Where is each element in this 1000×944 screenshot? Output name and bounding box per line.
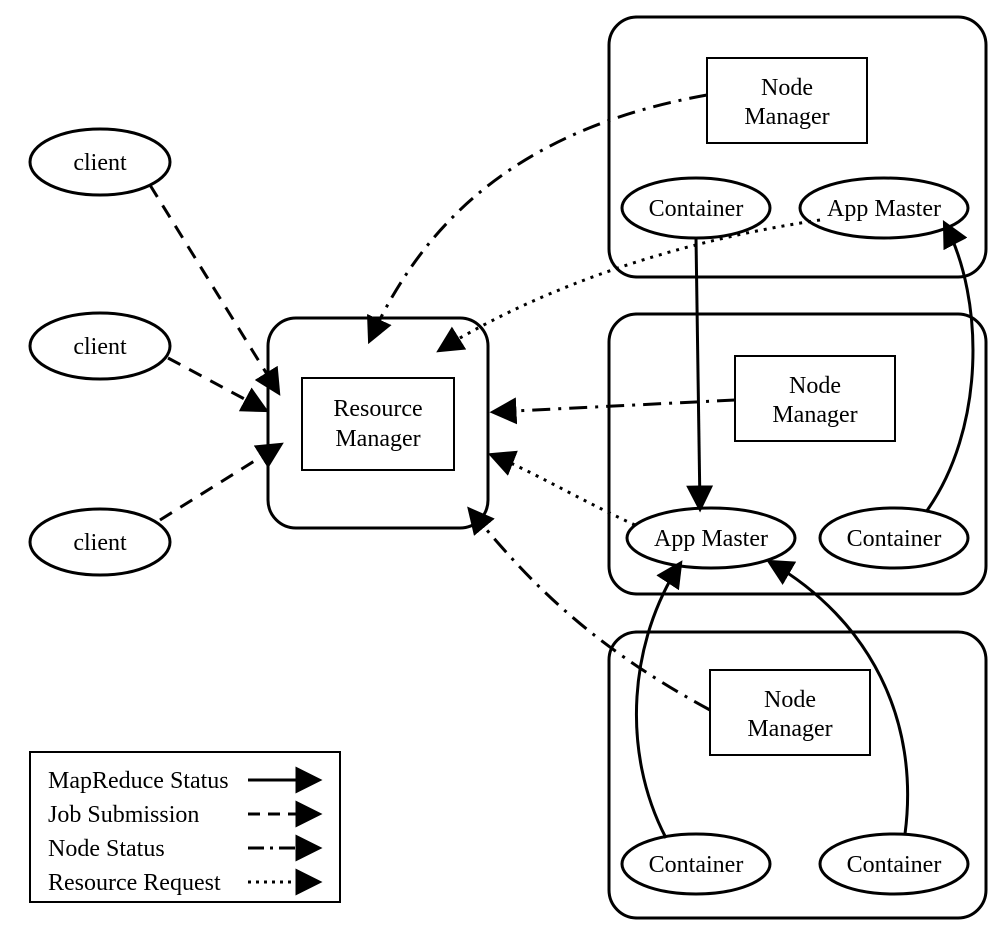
client-ellipse-3: client	[30, 509, 170, 575]
legend-node-status-label: Node Status	[48, 836, 165, 862]
container-3a-label: Container	[649, 852, 744, 878]
container-3b: Container	[820, 834, 968, 894]
client-ellipse-1: client	[30, 129, 170, 195]
appmaster-1: App Master	[800, 178, 968, 238]
client-ellipse-2: client	[30, 313, 170, 379]
container-3a: Container	[622, 834, 770, 894]
node-manager-2-label-2: Manager	[772, 402, 857, 428]
client-label-3: client	[73, 530, 127, 556]
container-2: Container	[820, 508, 968, 568]
arrow-job-submission-3	[160, 445, 280, 520]
node-manager-3-label-1: Node	[764, 687, 816, 713]
node-box-1: Node Manager Container App Master	[609, 17, 986, 277]
container-1a: Container	[622, 178, 770, 238]
resource-manager-label-2: Manager	[335, 426, 420, 452]
arrow-job-submission-1	[150, 185, 278, 392]
node-manager-1-label-2: Manager	[744, 104, 829, 130]
resource-manager-label-1: Resource	[333, 396, 422, 422]
container-2-label: Container	[847, 526, 942, 552]
appmaster-2: App Master	[627, 508, 795, 568]
client-label-1: client	[73, 150, 127, 176]
legend-box: MapReduce Status Job Submission Node Sta…	[30, 752, 340, 902]
container-1a-label: Container	[649, 196, 744, 222]
appmaster-2-label: App Master	[654, 526, 768, 552]
appmaster-1-label: App Master	[827, 196, 941, 222]
legend-job-submission-label: Job Submission	[48, 802, 199, 828]
node-box-2: Node Manager App Master Container	[609, 314, 986, 594]
node-manager-3-label-2: Manager	[747, 716, 832, 742]
container-3b-label: Container	[847, 852, 942, 878]
resource-manager-box: Resource Manager	[268, 318, 488, 528]
legend-resource-request-label: Resource Request	[48, 870, 221, 896]
node-manager-1-label-1: Node	[761, 75, 813, 101]
arrow-job-submission-2	[168, 358, 265, 410]
node-box-3: Node Manager Container Container	[609, 632, 986, 918]
client-label-2: client	[73, 334, 127, 360]
node-manager-2-label-1: Node	[789, 373, 841, 399]
legend-mapreduce-status-label: MapReduce Status	[48, 768, 229, 794]
